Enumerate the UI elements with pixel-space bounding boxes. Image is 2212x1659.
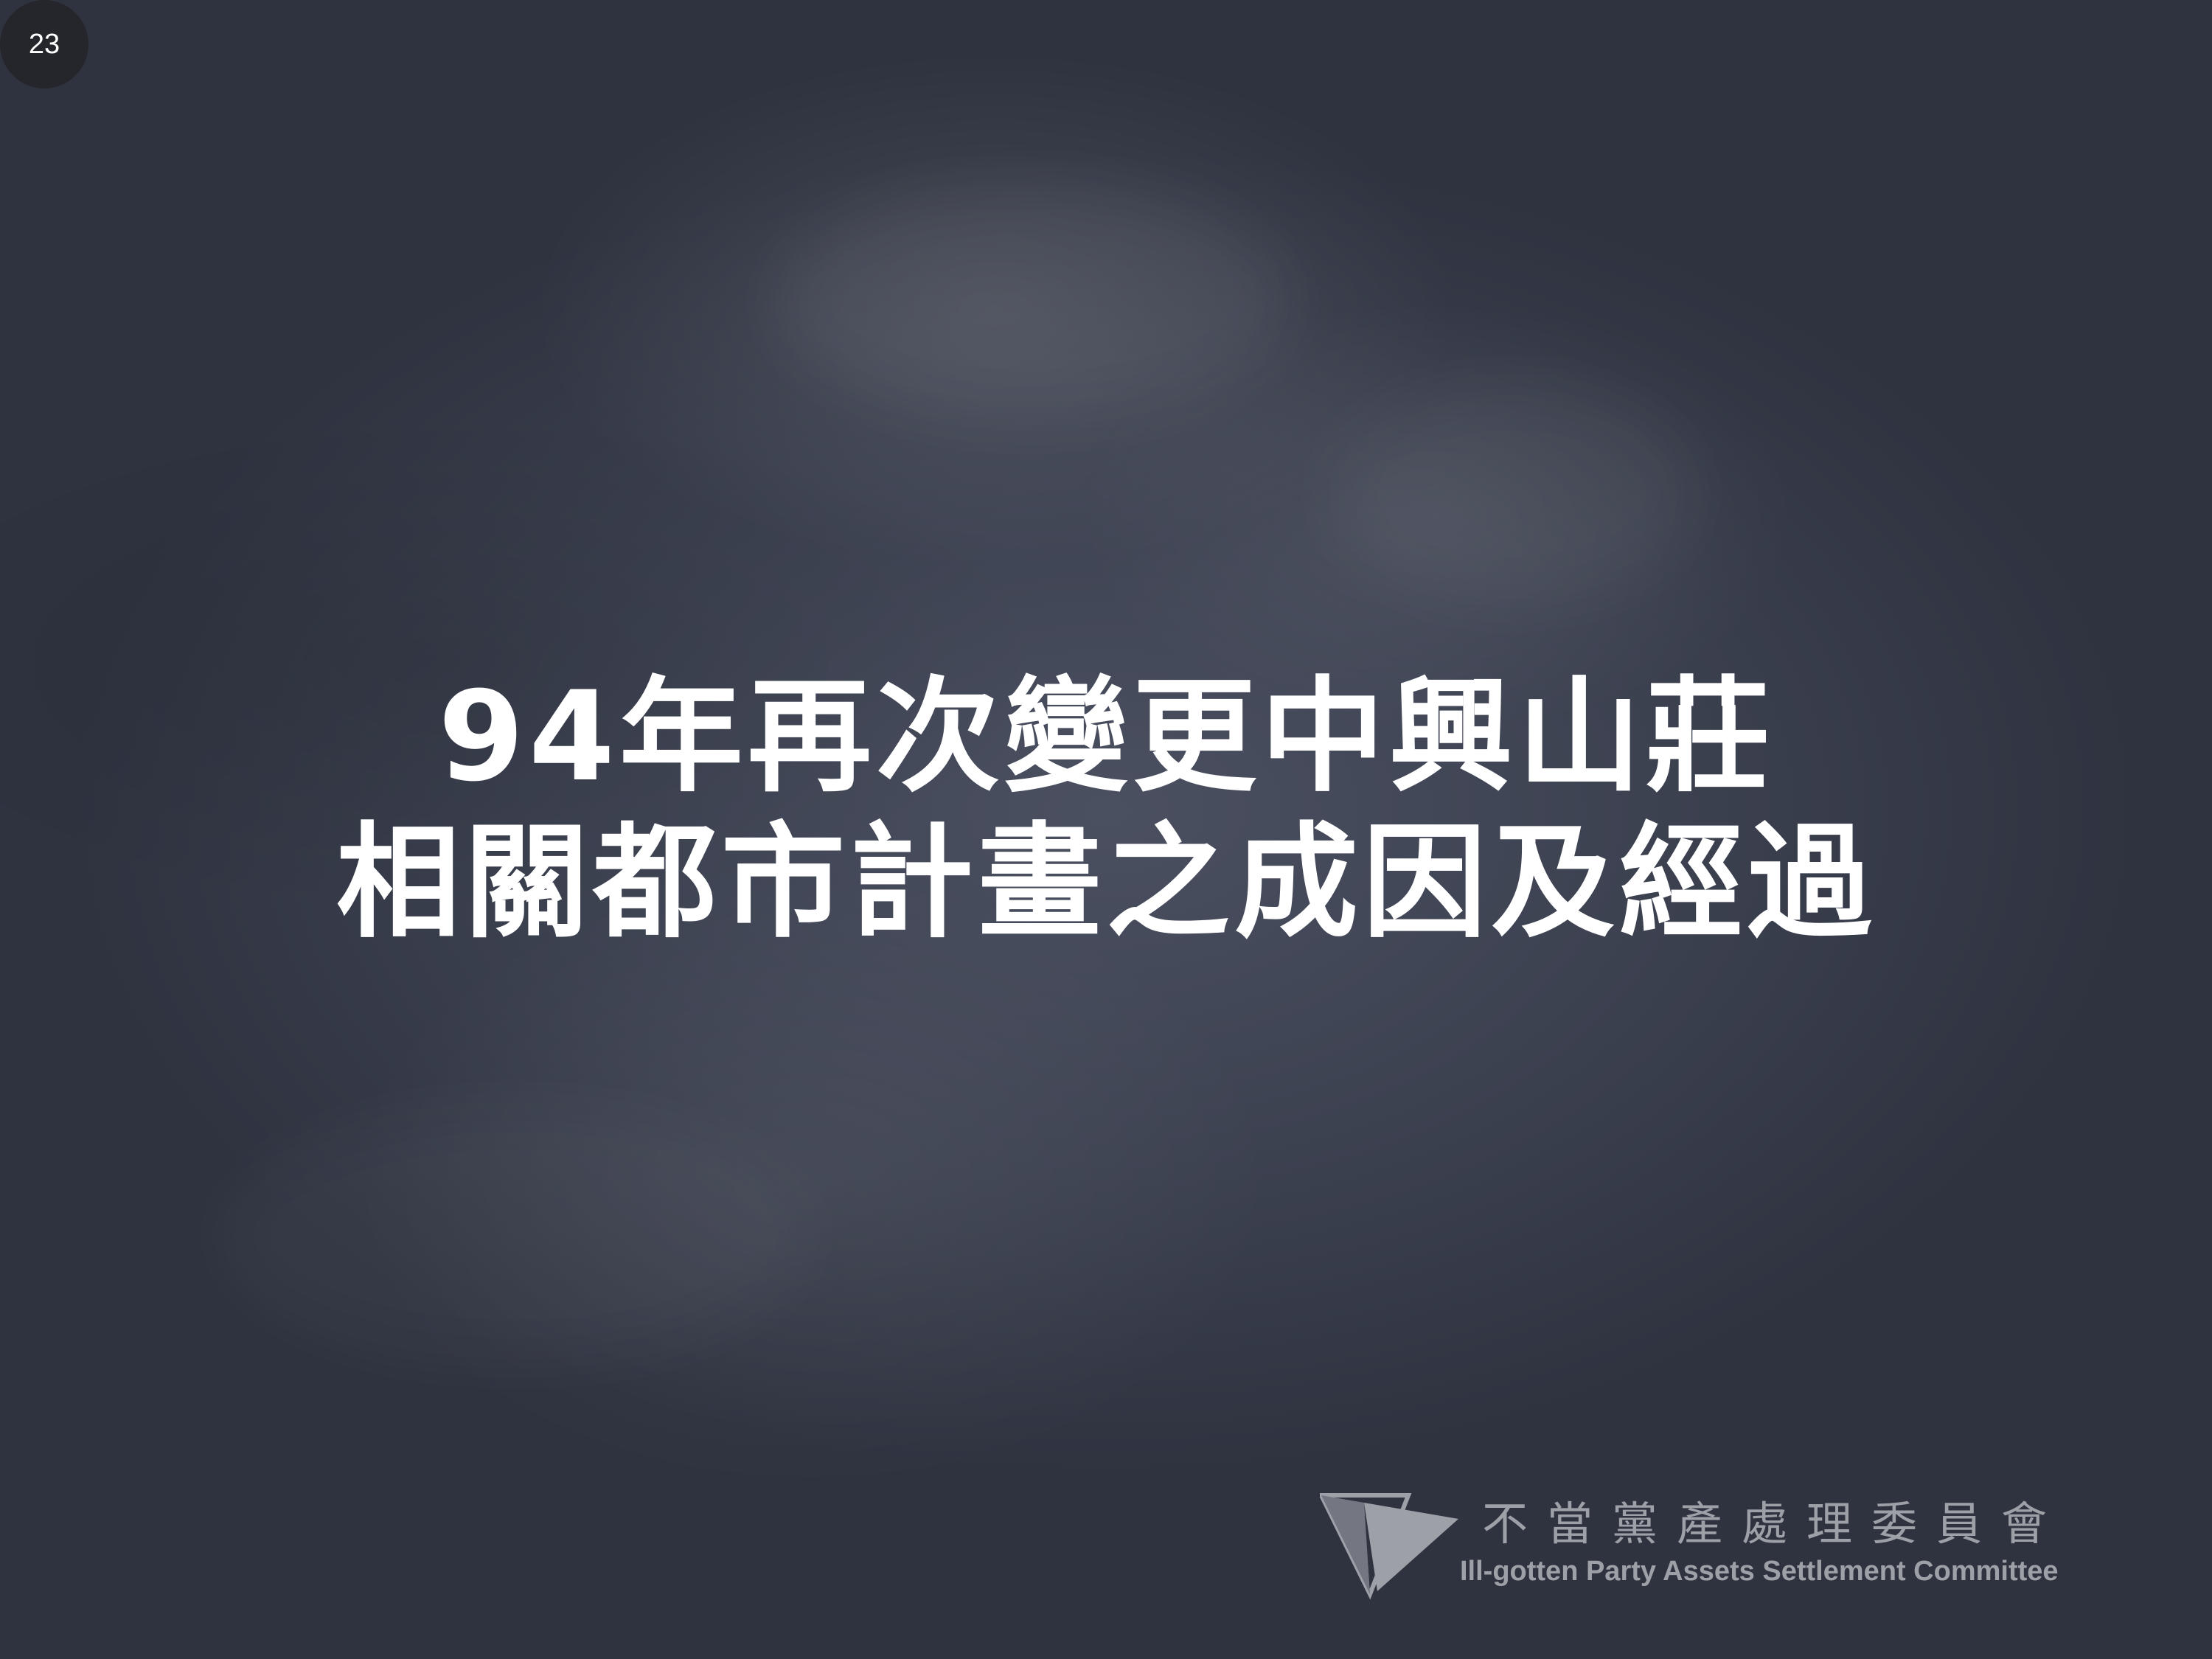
chalk-smudge (221, 1106, 811, 1364)
chalk-smudge (1327, 383, 1696, 605)
slide-title-line-2: 相關都市計畫之成因及經過 (336, 810, 1876, 955)
slide-canvas: 23 94年再次變更中興山莊 相關都市計畫之成因及經過 不當黨產處理委員會 Il… (0, 0, 2212, 1659)
chalk-smudge (774, 184, 1290, 420)
logo-name-chinese: 不當黨產處理委員會 (1482, 1497, 2067, 1551)
logo-name-english: Ill-gotten Party Assets Settlement Commi… (1460, 1556, 2059, 1587)
page-number-badge: 23 (0, 0, 88, 88)
slide-title-line-1: 94年再次變更中興山莊 (438, 664, 1774, 809)
slide-title: 94年再次變更中興山莊 相關都市計畫之成因及經過 (0, 664, 2212, 956)
organization-logo: 不當黨產處理委員會 Ill-gotten Party Assets Settle… (1320, 1482, 2138, 1607)
triangle-logo-icon (1320, 1493, 1458, 1600)
